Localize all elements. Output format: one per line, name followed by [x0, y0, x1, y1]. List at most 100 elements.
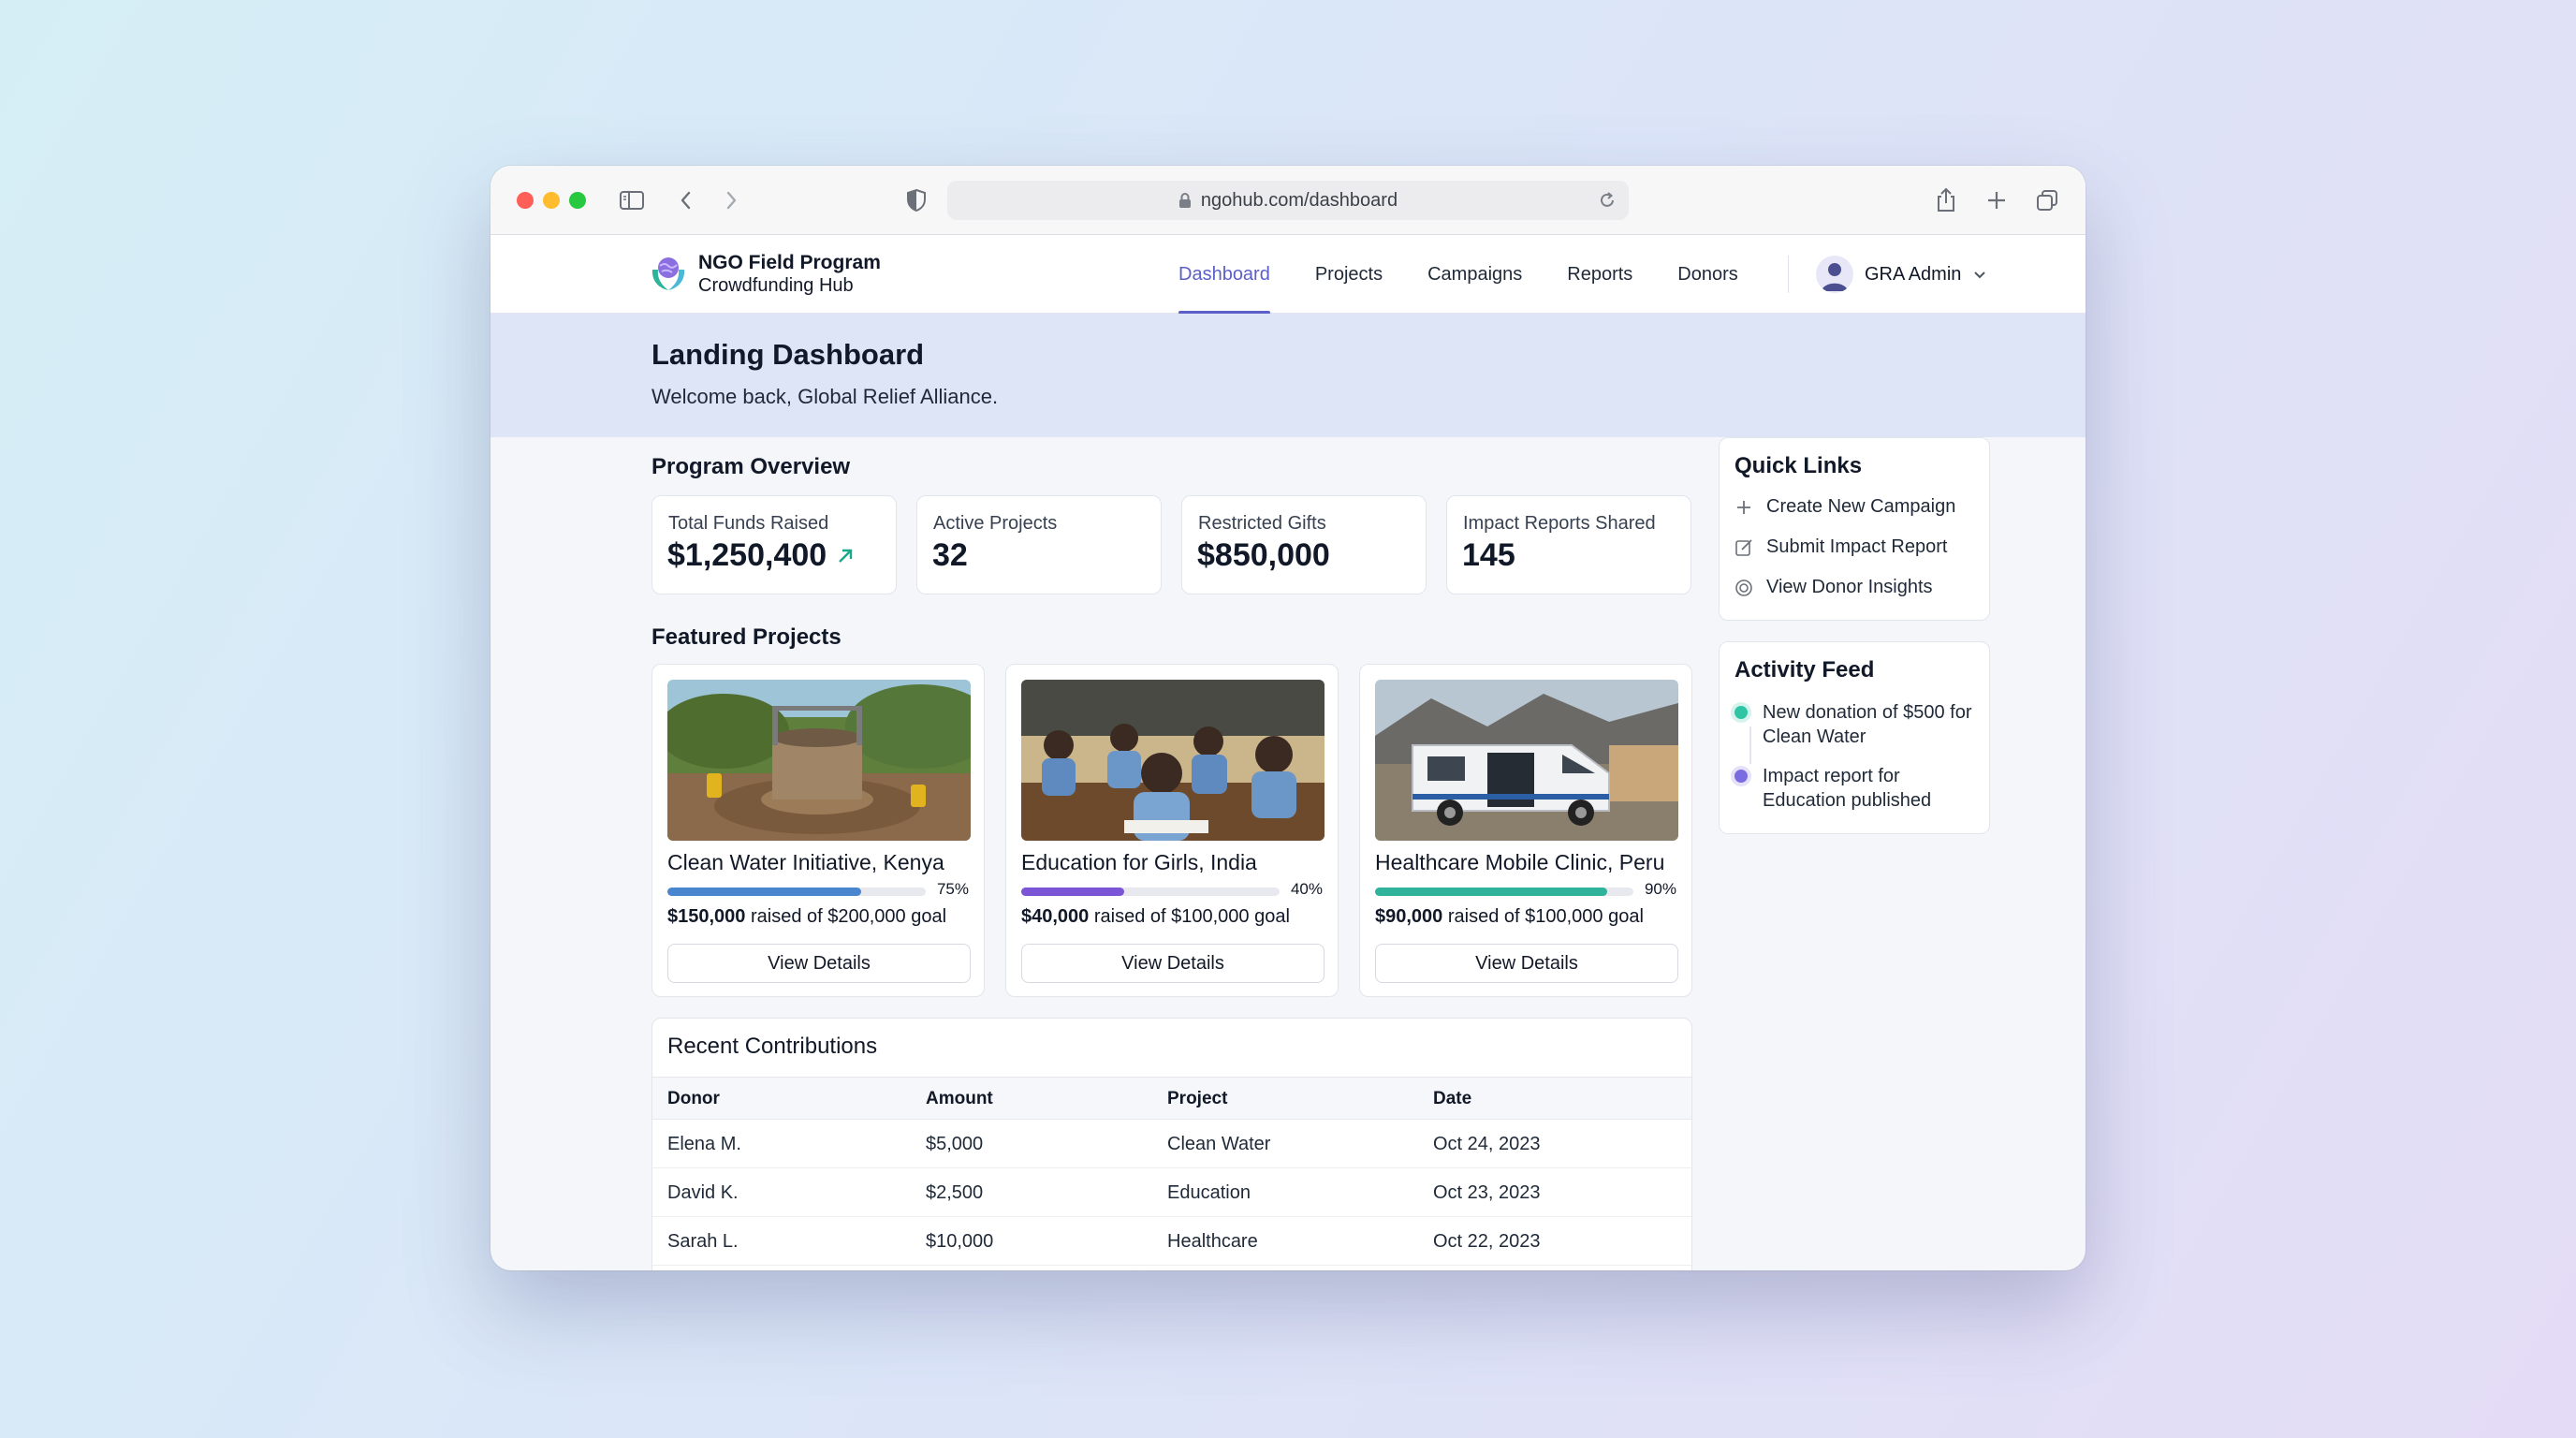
page-title: Landing Dashboard	[651, 338, 925, 371]
quick-link-donor-insights[interactable]: View Donor Insights	[1734, 577, 1933, 598]
insights-icon	[1735, 579, 1752, 596]
nav-donors[interactable]: Donors	[1677, 235, 1737, 314]
stat-label: Active Projects	[933, 513, 1058, 534]
page-header: Landing Dashboard Welcome back, Global R…	[490, 314, 2086, 437]
cell-donor: Elena M.	[667, 1134, 741, 1154]
stat-label: Total Funds Raised	[668, 513, 829, 534]
brand[interactable]: NGO Field Program Crowdfunding Hub	[650, 252, 881, 297]
view-details-button[interactable]: View Details	[1021, 944, 1325, 983]
nav-dashboard[interactable]: Dashboard	[1178, 235, 1270, 315]
table-header: Donor Amount Project Date	[652, 1077, 1691, 1120]
cell-project: Healthcare	[1167, 1231, 1258, 1252]
raised-amount: $40,000	[1021, 906, 1090, 927]
browser-window: ngohub.com/dashboard NGO Field Program C…	[490, 166, 2086, 1270]
stat-card-funds: Total Funds Raised $1,250,400	[651, 495, 897, 594]
chevron-down-icon	[1974, 271, 1986, 279]
table-row[interactable]: Elena M. $5,000 Clean Water Oct 24, 2023	[652, 1120, 1691, 1168]
project-card-healthcare: Healthcare Mobile Clinic, Peru 90% $90,0…	[1359, 664, 1692, 997]
stat-card-projects: Active Projects 32	[916, 495, 1162, 594]
progress-percent: 40%	[1290, 880, 1323, 898]
progress-fill	[1375, 888, 1608, 896]
progress-percent: 75%	[936, 880, 969, 898]
raised-amount: $150,000	[667, 906, 746, 927]
cell-donor: Sarah L.	[667, 1231, 739, 1252]
stat-value: $850,000	[1197, 537, 1330, 573]
raised-text: $90,000 raised of $100,000 goal	[1375, 906, 1644, 928]
user-menu[interactable]: GRA Admin	[1816, 256, 1987, 293]
stat-number: $1,250,400	[667, 537, 827, 573]
main-nav: Dashboard Projects Campaigns Reports Don…	[1178, 235, 1783, 315]
nav-divider	[1788, 256, 1789, 293]
view-details-button[interactable]: View Details	[667, 944, 971, 983]
user-name: GRA Admin	[1865, 263, 1962, 285]
overview-title: Program Overview	[651, 454, 851, 479]
progress-fill	[1021, 888, 1125, 896]
table-row[interactable]: Sarah L. $10,000 Healthcare Oct 22, 2023	[652, 1217, 1691, 1266]
quick-link-create-campaign[interactable]: Create New Campaign	[1734, 496, 1955, 518]
maximize-window-button[interactable]	[569, 192, 586, 209]
minimize-window-button[interactable]	[543, 192, 560, 209]
column-header-project[interactable]: Project	[1167, 1089, 1227, 1109]
globe-hands-logo-icon	[651, 257, 685, 290]
back-icon[interactable]	[670, 184, 702, 216]
share-icon[interactable]	[1930, 184, 1962, 216]
progress-percent: 90%	[1644, 880, 1676, 898]
shield-icon[interactable]	[900, 184, 932, 216]
edit-icon	[1735, 538, 1752, 556]
cell-donor: David K.	[667, 1182, 739, 1203]
stat-card-reports: Impact Reports Shared 145	[1446, 495, 1691, 594]
quick-link-label: Create New Campaign	[1766, 496, 1956, 517]
tab-overview-icon[interactable]	[2031, 184, 2063, 216]
project-title: Clean Water Initiative, Kenya	[667, 850, 944, 874]
address-bar[interactable]: ngohub.com/dashboard	[947, 181, 1629, 220]
project-title: Education for Girls, India	[1021, 850, 1257, 874]
quick-links-panel: Quick Links Create New Campaign Submit I…	[1719, 437, 1990, 621]
stat-label: Restricted Gifts	[1198, 513, 1326, 534]
cell-amount: $10,000	[926, 1231, 994, 1252]
sidebar-toggle-icon[interactable]	[616, 184, 648, 216]
progress-fill	[667, 888, 861, 896]
raised-goal: raised of $200,000 goal	[745, 906, 947, 927]
cell-project: Education	[1167, 1182, 1251, 1203]
activity-dot-icon	[1734, 706, 1748, 719]
cell-date: Oct 24, 2023	[1433, 1134, 1541, 1154]
plus-icon	[1737, 500, 1750, 514]
close-window-button[interactable]	[517, 192, 534, 209]
cell-date: Oct 23, 2023	[1433, 1182, 1541, 1203]
reload-icon[interactable]	[1597, 190, 1617, 211]
welcome-message: Welcome back, Global Relief Alliance.	[651, 385, 999, 408]
stat-value: $1,250,400	[667, 537, 855, 574]
quick-link-submit-report[interactable]: Submit Impact Report	[1734, 536, 1947, 558]
browser-toolbar: ngohub.com/dashboard	[490, 166, 2086, 235]
project-card-water: Clean Water Initiative, Kenya 75% $150,0…	[651, 664, 985, 997]
stat-card-restricted: Restricted Gifts $850,000	[1181, 495, 1427, 594]
project-card-education: Education for Girls, India 40% $40,000 r…	[1005, 664, 1339, 997]
url-text: ngohub.com/dashboard	[1200, 189, 1398, 211]
new-tab-icon[interactable]	[1981, 184, 2012, 216]
column-header-donor[interactable]: Donor	[667, 1089, 720, 1109]
app-navbar: NGO Field Program Crowdfunding Hub Dashb…	[490, 235, 2086, 315]
avatar	[1816, 256, 1853, 293]
nav-reports[interactable]: Reports	[1567, 235, 1632, 314]
activity-item: Impact report for Education published	[1734, 764, 1980, 813]
column-header-amount[interactable]: Amount	[926, 1089, 993, 1109]
raised-goal: raised of $100,000 goal	[1089, 906, 1290, 927]
brand-name: NGO Field Program	[698, 252, 881, 273]
progress-bar	[1021, 888, 1280, 896]
forward-icon[interactable]	[715, 184, 747, 216]
table-row[interactable]: David K. $2,500 Education Oct 23, 2023	[652, 1168, 1691, 1217]
column-header-date[interactable]: Date	[1433, 1089, 1471, 1109]
raised-text: $150,000 raised of $200,000 goal	[667, 906, 946, 928]
nav-projects[interactable]: Projects	[1315, 235, 1383, 314]
project-image-well	[667, 680, 971, 841]
stat-label: Impact Reports Shared	[1463, 513, 1656, 534]
activity-dot-icon	[1734, 770, 1748, 783]
view-details-button[interactable]: View Details	[1375, 944, 1678, 983]
progress-bar	[1375, 888, 1633, 896]
stat-value: 32	[932, 537, 968, 573]
nav-campaigns[interactable]: Campaigns	[1427, 235, 1522, 314]
project-image-van	[1375, 680, 1678, 841]
raised-text: $40,000 raised of $100,000 goal	[1021, 906, 1290, 928]
cell-amount: $5,000	[926, 1134, 984, 1154]
project-image-classroom	[1021, 680, 1325, 841]
